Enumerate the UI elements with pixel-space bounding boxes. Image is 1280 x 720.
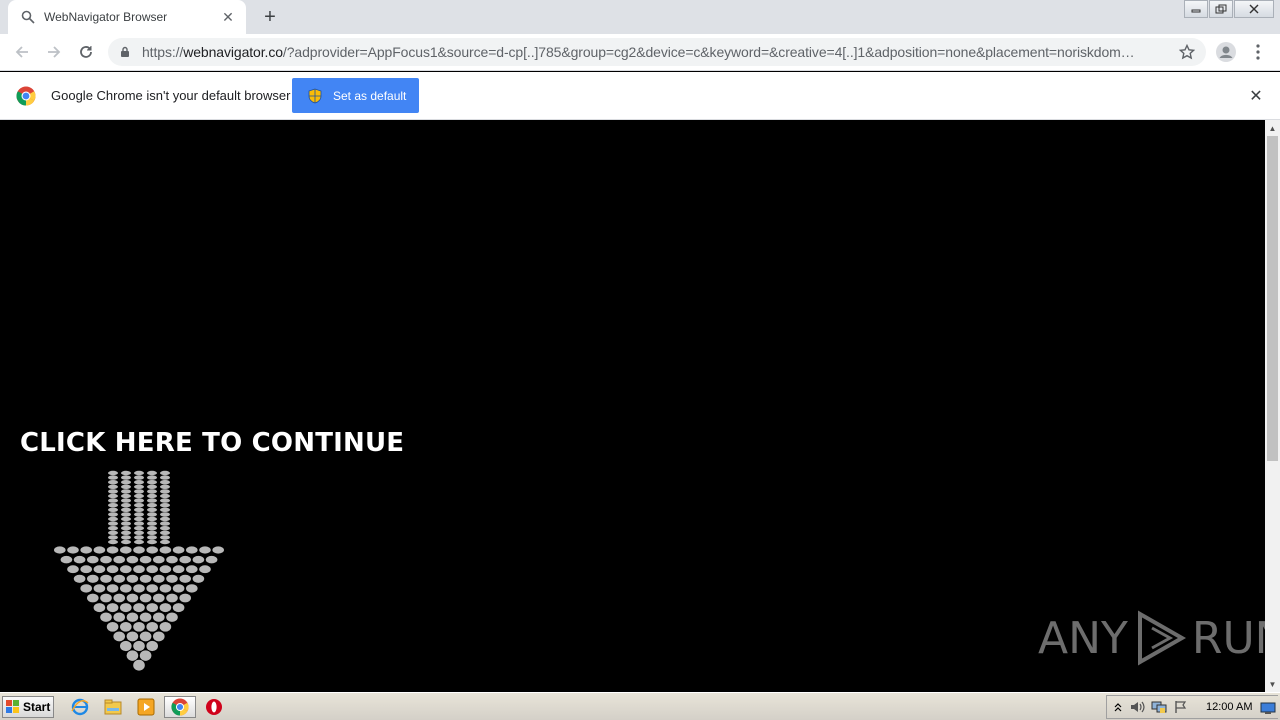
search-icon — [20, 9, 36, 25]
start-button[interactable]: Start — [2, 696, 54, 718]
windows-taskbar: Start 12:00 AM — [0, 692, 1280, 720]
play-logo-icon — [1137, 610, 1186, 666]
start-label: Start — [23, 700, 51, 714]
forward-arrow-icon — [48, 46, 61, 58]
scroll-down-icon[interactable]: ▼ — [1265, 677, 1280, 691]
scrollbar-thumb[interactable] — [1267, 136, 1278, 461]
default-browser-infobar: Google Chrome isn't your default browser… — [0, 72, 1280, 120]
infobar-message: Google Chrome isn't your default browser — [51, 88, 291, 103]
bookmark-star-icon[interactable] — [1176, 44, 1198, 60]
tab-strip: WebNavigator Browser ✕ + — [0, 0, 1280, 34]
menu-button[interactable] — [1246, 40, 1270, 64]
browser-toolbar: https://webnavigator.co/?adprovider=AppF… — [0, 34, 1280, 71]
avatar-icon — [1216, 42, 1236, 62]
forward-button[interactable] — [42, 40, 66, 64]
down-arrow-graphic[interactable] — [52, 470, 226, 682]
reload-icon — [80, 46, 92, 58]
opera-icon[interactable] — [202, 696, 226, 718]
windows-logo-icon — [6, 700, 19, 713]
set-as-default-label: Set as default — [333, 88, 407, 103]
minimize-button[interactable] — [1184, 0, 1208, 18]
tab-webnavigator[interactable]: WebNavigator Browser ✕ — [8, 0, 246, 34]
tab-title: WebNavigator Browser — [44, 10, 168, 24]
window-close-button[interactable] — [1234, 0, 1274, 18]
infobar-close-button[interactable]: ✕ — [1246, 86, 1266, 106]
more-vert-icon — [1256, 44, 1260, 60]
back-button[interactable] — [10, 40, 34, 64]
address-bar[interactable]: https://webnavigator.co/?adprovider=AppF… — [108, 38, 1206, 66]
taskbar-clock[interactable]: 12:00 AM — [1206, 701, 1252, 713]
new-tab-button[interactable]: + — [258, 5, 282, 29]
show-desktop-icon[interactable] — [1260, 701, 1276, 719]
volume-icon[interactable] — [1126, 700, 1148, 714]
show-hidden-icons-icon[interactable] — [1110, 702, 1126, 712]
url-host: webnavigator.co — [183, 44, 283, 60]
click-here-to-continue-link[interactable]: CLICK HERE TO CONTINUE — [20, 428, 404, 458]
anyrun-watermark: ANY RUN — [1038, 608, 1280, 668]
chrome-icon — [171, 698, 189, 716]
network-icon[interactable] — [1148, 700, 1170, 714]
file-explorer-icon[interactable] — [101, 696, 125, 718]
url-path: /?adprovider=AppFocus1&source=d-cp[..]78… — [282, 44, 1135, 60]
tab-close-icon[interactable]: ✕ — [218, 7, 238, 27]
page-content[interactable]: CLICK HERE TO CONTINUE ANY RUN — [0, 120, 1280, 692]
internet-explorer-icon[interactable] — [68, 696, 92, 718]
set-as-default-button[interactable]: Set as default — [292, 78, 419, 113]
reload-button[interactable] — [74, 40, 98, 64]
scroll-up-icon[interactable]: ▲ — [1265, 121, 1280, 135]
shield-icon — [308, 88, 322, 103]
page-scrollbar[interactable]: ▲ ▼ — [1265, 120, 1280, 692]
watermark-left-text: ANY — [1038, 612, 1128, 664]
action-center-flag-icon[interactable] — [1170, 700, 1192, 714]
chrome-taskbar-button[interactable] — [164, 696, 196, 718]
lock-icon — [120, 46, 132, 58]
back-arrow-icon — [15, 46, 28, 58]
restore-button[interactable] — [1209, 0, 1233, 18]
profile-button[interactable] — [1214, 40, 1238, 64]
media-player-icon[interactable] — [134, 696, 158, 718]
url-text[interactable]: https://webnavigator.co/?adprovider=AppF… — [142, 44, 1176, 60]
chrome-logo-icon — [16, 86, 36, 106]
url-scheme: https:// — [142, 44, 184, 60]
